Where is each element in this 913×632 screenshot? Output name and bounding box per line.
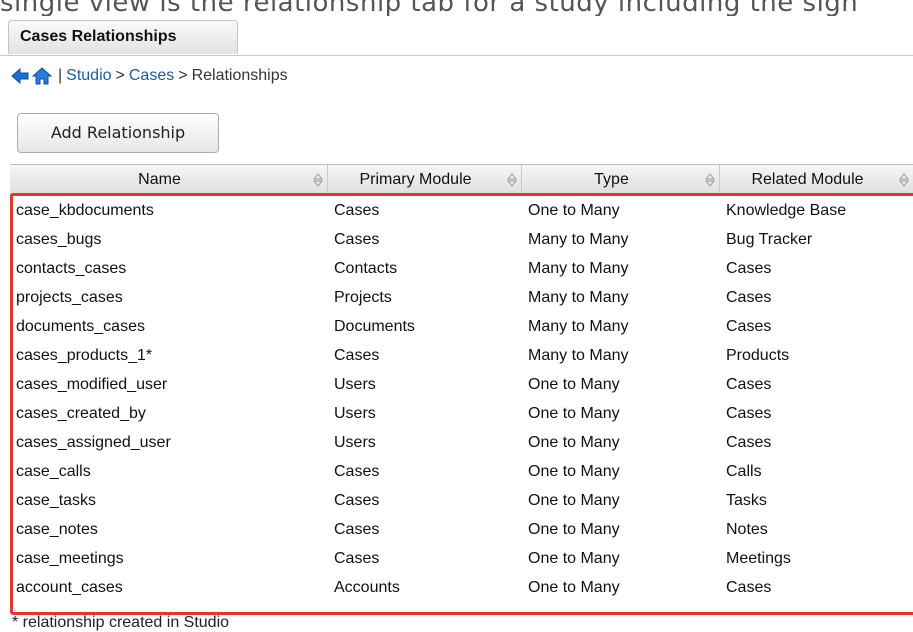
cell-related-module: Cases [726, 289, 772, 306]
cell-type: One to Many [528, 434, 620, 451]
cell-type: Many to Many [528, 260, 629, 277]
sort-arrows-icon[interactable] [507, 173, 517, 187]
cell-type: One to Many [528, 521, 620, 538]
cell-primary-module: Contacts [334, 260, 398, 277]
cell-related-module: Tasks [726, 492, 767, 509]
cell-type: One to Many [528, 405, 620, 422]
cell-name: case_meetings [16, 550, 124, 567]
cell-primary-module: Cases [334, 521, 380, 538]
cell-related-module: Cases [726, 318, 772, 335]
table-row[interactable]: cases_created_by Users One to Many Cases [10, 399, 913, 428]
back-arrow-icon[interactable] [10, 66, 30, 86]
column-header-type[interactable]: Type [522, 165, 720, 195]
cell-primary-module: Users [334, 376, 376, 393]
sort-arrows-icon[interactable] [899, 173, 909, 187]
cropped-caption-text: single view is the relationship tab for … [0, 0, 859, 16]
cell-name: case_calls [16, 463, 91, 480]
footnote: * relationship created in Studio [12, 614, 230, 631]
breadcrumb: | Studio > Cases > Relationships [10, 64, 288, 88]
home-icon[interactable] [31, 66, 53, 86]
column-header-related-module[interactable]: Related Module [720, 165, 913, 195]
cell-primary-module: Documents [334, 318, 415, 335]
cell-related-module: Cases [726, 579, 772, 596]
cell-related-module: Products [726, 347, 790, 364]
cell-related-module: Bug Tracker [726, 231, 813, 248]
cell-primary-module: Projects [334, 289, 392, 306]
sort-arrows-icon[interactable] [705, 173, 715, 187]
cell-type: Many to Many [528, 347, 629, 364]
cell-type: One to Many [528, 550, 620, 567]
add-relationship-button[interactable]: Add Relationship [17, 113, 219, 153]
cell-primary-module: Cases [334, 231, 380, 248]
cell-primary-module: Users [334, 434, 376, 451]
breadcrumb-pipe: | [58, 67, 63, 84]
table-row[interactable]: cases_assigned_user Users One to Many Cases [10, 428, 913, 457]
cropped-caption: single view is the relationship tab for … [0, 0, 913, 16]
breadcrumb-separator: > [115, 67, 125, 84]
tab-cases-relationships[interactable]: Cases Relationships [8, 20, 238, 54]
cell-type: One to Many [528, 376, 620, 393]
column-header-label: Type [594, 171, 629, 188]
breadcrumb-cases-link[interactable]: Cases [129, 67, 174, 85]
column-header-name[interactable]: Name [10, 165, 328, 195]
column-header-label: Related Module [751, 171, 864, 188]
table-row[interactable]: contacts_cases Contacts Many to Many Cases [10, 254, 913, 283]
cell-related-module: Calls [726, 463, 762, 480]
column-header-label: Name [138, 171, 181, 188]
sort-arrows-icon[interactable] [313, 173, 323, 187]
table-row[interactable]: case_tasks Cases One to Many Tasks [10, 486, 913, 515]
tab-bar: Cases Relationships [0, 16, 913, 56]
cell-primary-module: Cases [334, 463, 380, 480]
table-row[interactable]: case_meetings Cases One to Many Meetings [10, 544, 913, 573]
cell-primary-module: Accounts [334, 579, 400, 596]
cell-name: account_cases [16, 579, 123, 596]
cell-related-module: Cases [726, 376, 772, 393]
breadcrumb-studio-link[interactable]: Studio [66, 67, 111, 85]
breadcrumb-separator: > [178, 67, 188, 84]
table-header-row: Name Primary Module Type Related Module [10, 164, 913, 196]
cell-name: contacts_cases [16, 260, 127, 277]
table-row[interactable]: account_cases Accounts One to Many Cases [10, 573, 913, 602]
cell-name: cases_assigned_user [16, 434, 171, 451]
cell-related-module: Notes [726, 521, 768, 538]
cell-primary-module: Users [334, 405, 376, 422]
table-row[interactable]: cases_bugs Cases Many to Many Bug Tracker [10, 225, 913, 254]
table-row[interactable]: case_calls Cases One to Many Calls [10, 457, 913, 486]
cell-name: cases_products_1* [16, 347, 153, 364]
cell-type: Many to Many [528, 289, 629, 306]
cell-name: cases_bugs [16, 231, 102, 248]
column-header-label: Primary Module [359, 171, 472, 188]
cell-type: Many to Many [528, 231, 629, 248]
cell-related-module: Cases [726, 434, 772, 451]
cell-type: One to Many [528, 492, 620, 509]
cell-primary-module: Cases [334, 550, 380, 567]
cell-related-module: Meetings [726, 550, 791, 567]
cell-type: One to Many [528, 463, 620, 480]
cell-related-module: Cases [726, 405, 772, 422]
cell-related-module: Cases [726, 260, 772, 277]
table-row[interactable]: case_notes Cases One to Many Notes [10, 515, 913, 544]
cell-name: cases_created_by [16, 405, 146, 422]
cell-name: projects_cases [16, 289, 123, 306]
table-row[interactable]: cases_modified_user Users One to Many Cases [10, 370, 913, 399]
cell-primary-module: Cases [334, 202, 380, 219]
cell-name: cases_modified_user [16, 376, 168, 393]
cell-type: One to Many [528, 202, 620, 219]
cell-primary-module: Cases [334, 492, 380, 509]
cell-name: case_notes [16, 521, 98, 538]
column-header-primary-module[interactable]: Primary Module [328, 165, 522, 195]
cell-name: case_tasks [16, 492, 97, 509]
table-row[interactable]: documents_cases Documents Many to Many Case… [10, 312, 913, 341]
breadcrumb-current: Relationships [191, 67, 288, 84]
cell-type: One to Many [528, 579, 620, 596]
cell-type: Many to Many [528, 318, 629, 335]
table-row[interactable]: cases_products_1* Cases Many to Many Produc… [10, 341, 913, 370]
cell-name: documents_cases [16, 318, 145, 335]
cell-primary-module: Cases [334, 347, 380, 364]
cell-related-module: Knowledge Base [726, 202, 847, 219]
table-row[interactable]: case_kbdocuments Cases One to Many Knowledg… [10, 196, 913, 225]
table-row[interactable]: projects_cases Projects Many to Many Cases [10, 283, 913, 312]
cell-name: case_kbdocuments [16, 202, 154, 219]
